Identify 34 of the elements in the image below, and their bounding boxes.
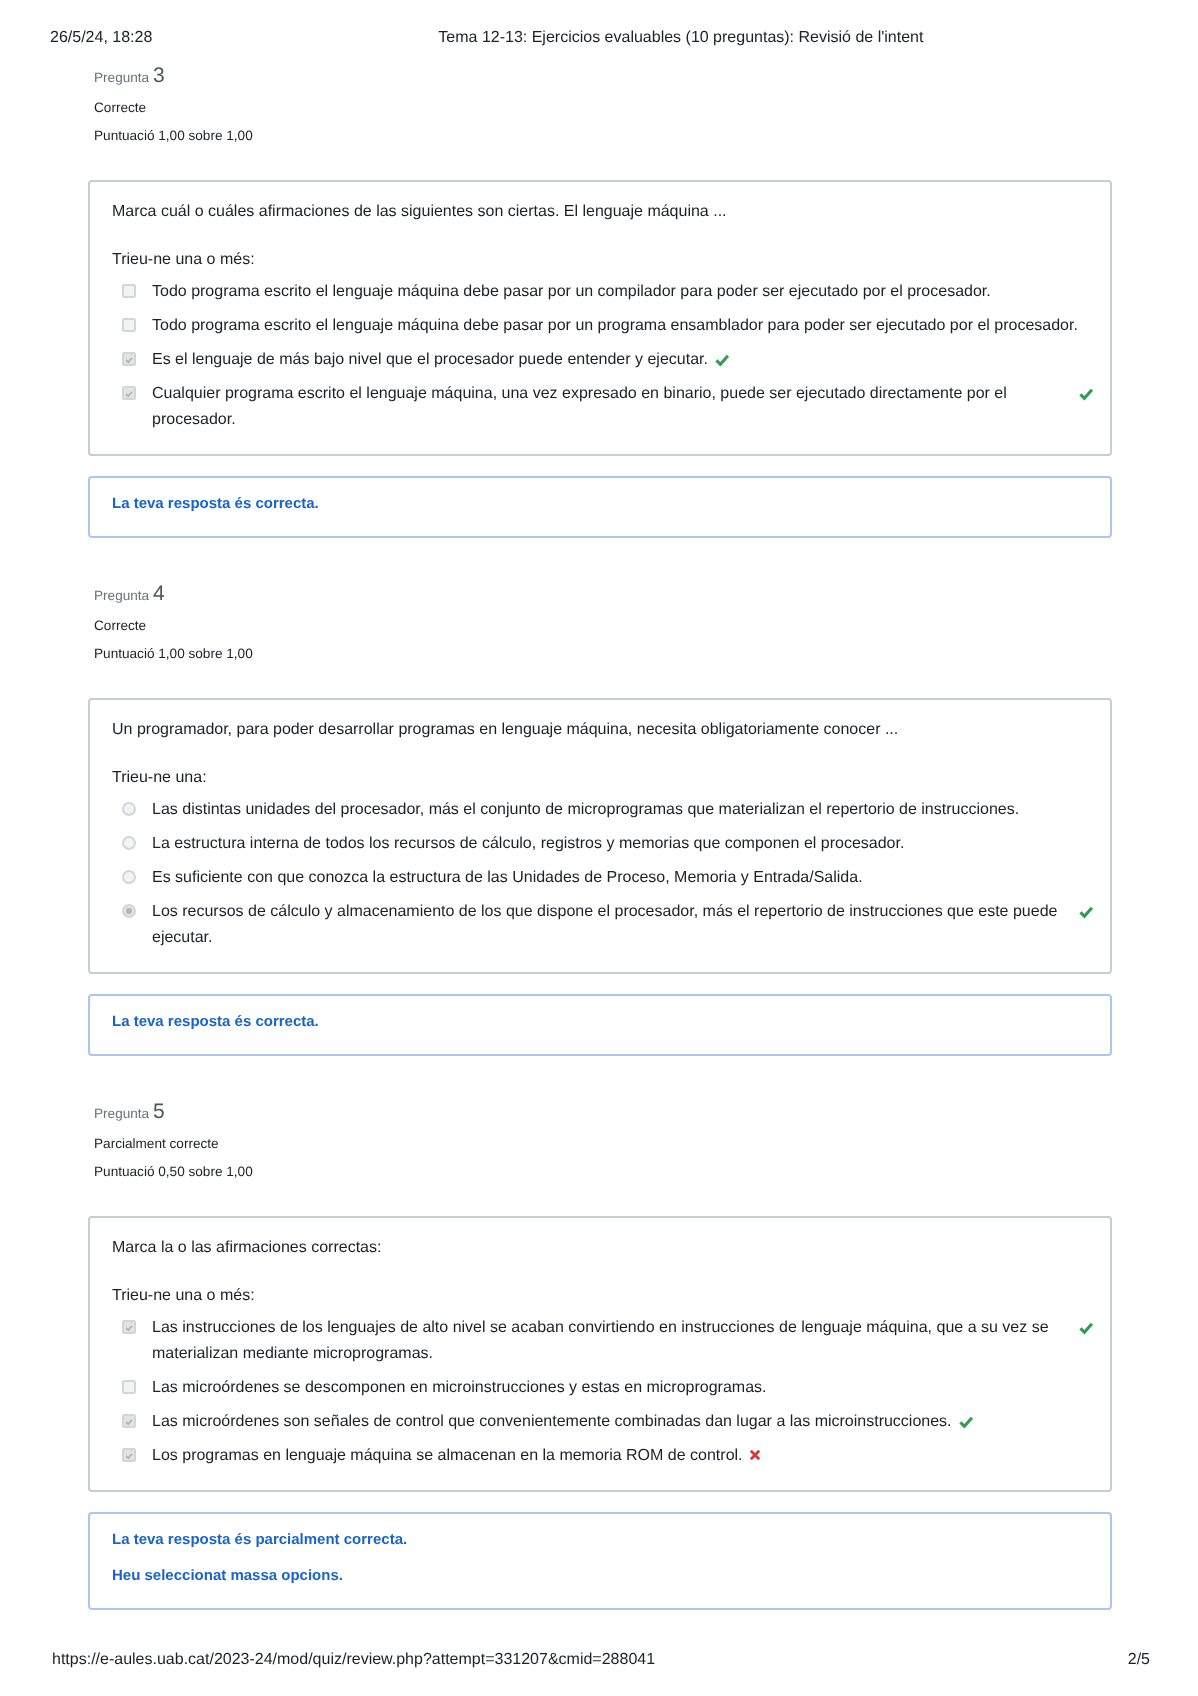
radio-button[interactable] xyxy=(122,904,136,918)
checkbox[interactable] xyxy=(122,352,136,366)
answer-option: Los recursos de cálculo y almacenamiento de los que dispone el procesador, más el repertorio de instrucciones que este puede ejecutar. xyxy=(152,898,1072,950)
checkbox[interactable] xyxy=(122,284,136,298)
checkbox[interactable] xyxy=(122,386,136,400)
page-url: https://e-aules.uab.cat/2023-24/mod/quiz/review.php?attempt=331207&cmid=288041 xyxy=(52,1650,656,1668)
question-text: Un programador, para poder desarrollar programas en lenguaje máquina, necesita obligatoriamente conocer ... xyxy=(112,720,901,738)
page-number: 2/5 xyxy=(1127,1650,1150,1668)
radio-button[interactable] xyxy=(122,870,136,884)
radio-button[interactable] xyxy=(122,836,136,850)
radio-button[interactable] xyxy=(122,802,136,816)
question-text: Marca cuál o cuáles afirmaciones de las siguientes son ciertas. El lenguaje máquina ... xyxy=(112,202,729,220)
answer-option: Es el lenguaje de más bajo nivel que el procesador puede entender y ejecutar. xyxy=(152,346,708,372)
answer-prompt: Trieu-ne una o més: xyxy=(112,250,257,268)
answer-prompt: Trieu-ne una o més: xyxy=(112,1286,257,1304)
print-date: 26/5/24, 18:28 xyxy=(50,28,153,50)
question-text: Marca la o las afirmaciones correctas: xyxy=(112,1238,384,1256)
page-title: Tema 12-13: Ejercicios evaluables (10 preguntas): Revisió de l'intent xyxy=(438,28,924,50)
checkbox[interactable] xyxy=(122,1380,136,1394)
answer-prompt: Trieu-ne una: xyxy=(112,768,209,786)
answer-option: Cualquier programa escrito el lenguaje máquina, una vez expresado en binario, puede ser ejecutado directamente por el procesador. xyxy=(152,380,1072,432)
answer-option: Es suficiente con que conozca la estructura de las Unidades de Proceso, Memoria y Entrada/Salida. xyxy=(152,864,863,890)
answer-option: Las instrucciones de los lenguajes de alto nivel se acaban convirtiendo en instrucciones de lenguaje máquina, que a su vez se materializan mediante microprogramas. xyxy=(152,1314,1072,1366)
answer-option: Todo programa escrito el lenguaje máquina debe pasar por un compilador para poder ser ejecutado por el procesador. xyxy=(152,278,991,304)
answer-option: La estructura interna de todos los recursos de cálculo, registros y memorias que componen el procesador. xyxy=(152,830,905,856)
checkbox[interactable] xyxy=(122,1414,136,1428)
checkbox[interactable] xyxy=(122,318,136,332)
answer-option: Todo programa escrito el lenguaje máquina debe pasar por un programa ensamblador para poder ser ejecutado por el procesador. xyxy=(152,312,1078,338)
answer-option: Las microórdenes se descomponen en microinstrucciones y estas en microprogramas. xyxy=(152,1374,767,1400)
answer-option: Los programas en lenguaje máquina se almacenan en la memoria ROM de control. xyxy=(152,1442,743,1468)
checkbox[interactable] xyxy=(122,1320,136,1334)
answer-option: Las microórdenes son señales de control que convenientemente combinadas dan lugar a las microinstrucciones. xyxy=(152,1408,952,1434)
checkbox[interactable] xyxy=(122,1448,136,1462)
answer-option: Las distintas unidades del procesador, más el conjunto de microprogramas que materializan el repertorio de instrucciones. xyxy=(152,796,1020,822)
